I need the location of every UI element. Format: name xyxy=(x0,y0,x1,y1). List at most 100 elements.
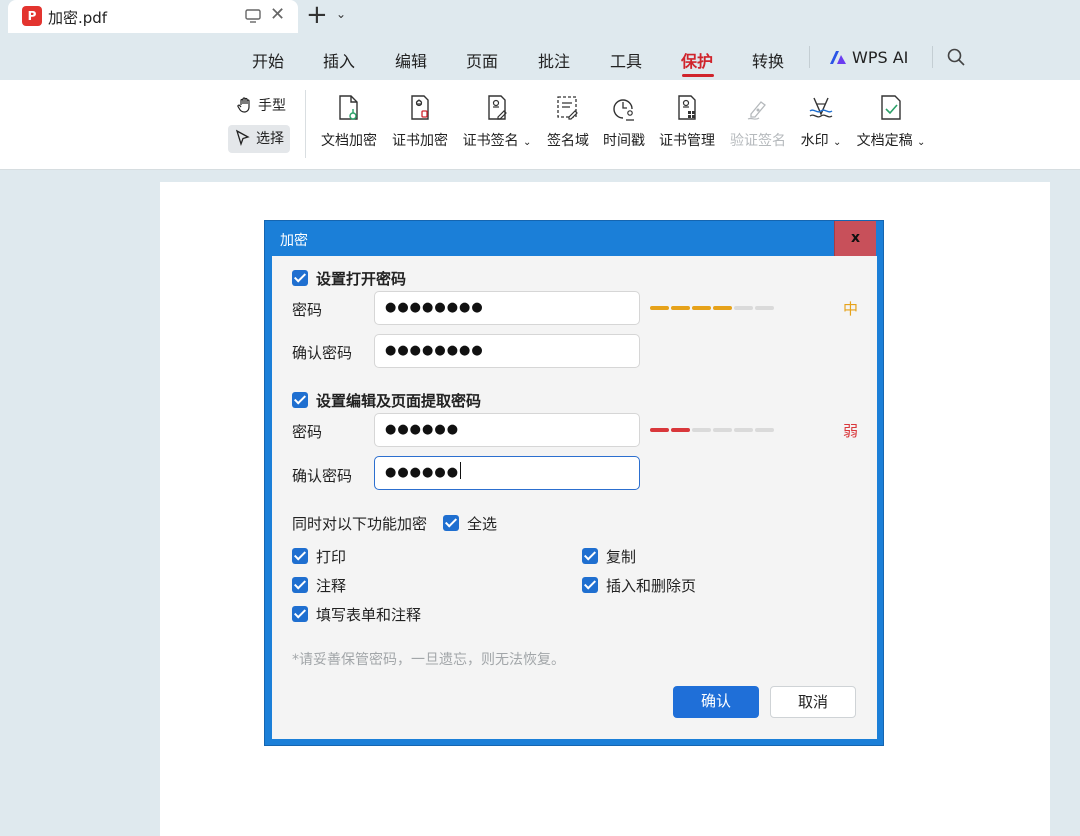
menu-page[interactable]: 页面 xyxy=(466,48,498,72)
cancel-button[interactable]: 取消 xyxy=(770,686,856,718)
document-encrypt-button[interactable]: 文档加密 xyxy=(320,94,378,158)
protect-toolbar: 手型 选择 文档加密 证书加密 证书签名 ⌄ 签名域 时间戳 证书管理 验证签名… xyxy=(0,80,1080,170)
finalize-icon xyxy=(881,95,901,120)
verify-sign-icon xyxy=(747,101,766,120)
checkbox-checked-icon[interactable] xyxy=(292,270,308,286)
open-password-strength-meter xyxy=(650,306,776,310)
checkbox-checked-icon[interactable] xyxy=(292,548,308,564)
tool-label: 证书加密 xyxy=(392,133,448,149)
watermark-button[interactable]: 水印 ⌄ xyxy=(800,94,842,158)
signature-field-button[interactable]: 签名域 xyxy=(545,94,591,158)
insert-delete-pages-checkbox[interactable]: 插入和删除页 xyxy=(582,575,696,596)
strength-segment xyxy=(692,306,711,310)
toolbar-divider xyxy=(305,90,306,158)
strength-segment xyxy=(734,428,753,432)
chevron-down-icon[interactable]: ⌄ xyxy=(336,7,346,21)
tool-label: 证书管理 xyxy=(659,133,715,149)
certificate-encrypt-button[interactable]: 证书加密 xyxy=(391,94,449,158)
dialog-close-button[interactable]: x xyxy=(834,221,876,256)
search-icon[interactable] xyxy=(946,47,966,67)
open-password-heading: 设置打开密码 xyxy=(316,270,407,288)
fill-forms-checkbox[interactable]: 填写表单和注释 xyxy=(292,604,421,625)
document-tab[interactable]: P 加密.pdf ✕ xyxy=(8,0,298,33)
print-checkbox[interactable]: 打印 xyxy=(292,546,346,567)
wps-ai-button[interactable]: WPS AI xyxy=(829,48,908,67)
watermark-icon xyxy=(809,97,833,118)
confirm-button[interactable]: 确认 xyxy=(673,686,759,718)
verify-signature-button[interactable]: 验证签名 xyxy=(729,94,787,158)
tool-label: 文档加密 xyxy=(321,133,377,149)
edit-password-strength-label: 弱 xyxy=(843,422,859,440)
checkbox-checked-icon[interactable] xyxy=(292,606,308,622)
certificate-manage-button[interactable]: 证书管理 xyxy=(658,94,716,158)
insert-delete-pages-label: 插入和删除页 xyxy=(606,577,697,595)
edit-password-input[interactable]: ●●●●●● xyxy=(374,413,640,447)
hand-icon xyxy=(237,97,250,113)
open-confirm-password-input[interactable]: ●●●●●●●● xyxy=(374,334,640,368)
password-warning-hint: *请妥善保管密码，一旦遗忘，则无法恢复。 xyxy=(292,652,565,668)
wps-ai-logo-icon xyxy=(830,51,846,64)
timestamp-icon xyxy=(613,99,634,121)
strength-segment xyxy=(650,428,669,432)
dialog-body: 设置打开密码 密码 ●●●●●●●● 中 确认密码 ●●●●●●●● 设置编辑及… xyxy=(272,256,877,739)
ribbon-menu: 开始 插入 编辑 页面 批注 工具 保护 转换 WPS AI xyxy=(0,34,1080,80)
menu-annotate[interactable]: 批注 xyxy=(538,48,570,72)
hand-tool-button[interactable]: 手型 xyxy=(230,92,292,120)
checkbox-checked-icon[interactable] xyxy=(582,577,598,593)
menu-convert[interactable]: 转换 xyxy=(752,48,784,72)
open-password-toggle[interactable]: 设置打开密码 xyxy=(292,268,406,289)
monitor-icon[interactable] xyxy=(244,7,262,25)
menu-tools[interactable]: 工具 xyxy=(610,48,642,72)
chevron-down-icon: ⌄ xyxy=(523,137,532,148)
copy-checkbox[interactable]: 复制 xyxy=(582,546,636,567)
annotate-checkbox[interactable]: 注释 xyxy=(292,575,346,596)
dialog-title: 加密 xyxy=(280,233,308,249)
cert-sign-icon xyxy=(488,95,507,120)
functions-label: 同时对以下功能加密 xyxy=(292,515,428,533)
edit-password-strength-meter xyxy=(650,428,776,432)
finalize-document-button[interactable]: 文档定稿 ⌄ xyxy=(856,94,926,158)
select-tool-button[interactable]: 选择 xyxy=(228,125,290,153)
checkbox-checked-icon[interactable] xyxy=(292,577,308,593)
title-bar: P 加密.pdf ✕ + ⌄ xyxy=(0,0,1080,34)
tool-label: 验证签名 xyxy=(730,133,786,149)
checkbox-checked-icon[interactable] xyxy=(443,515,459,531)
certificate-sign-button[interactable]: 证书签名 ⌄ xyxy=(462,94,532,158)
new-tab-button[interactable]: + xyxy=(306,1,328,29)
cert-lock-icon xyxy=(411,95,429,120)
strength-segment xyxy=(755,428,774,432)
checkbox-checked-icon[interactable] xyxy=(582,548,598,564)
menu-edit[interactable]: 编辑 xyxy=(395,48,427,72)
print-label: 打印 xyxy=(316,548,347,566)
menu-start[interactable]: 开始 xyxy=(252,48,284,72)
tool-label: 文档定稿 ⌄ xyxy=(856,133,926,149)
close-tab-icon[interactable]: ✕ xyxy=(270,5,285,25)
strength-segment xyxy=(650,306,669,310)
text-cursor xyxy=(460,462,462,479)
cursor-icon xyxy=(235,129,250,147)
strength-segment xyxy=(734,306,753,310)
confirm-password-label: 确认密码 xyxy=(292,467,353,485)
strength-segment xyxy=(671,306,690,310)
edit-confirm-password-input[interactable]: ●●●●●● xyxy=(374,456,640,490)
strength-segment xyxy=(755,306,774,310)
menu-insert[interactable]: 插入 xyxy=(323,48,355,72)
strength-segment xyxy=(713,306,732,310)
timestamp-button[interactable]: 时间戳 xyxy=(601,94,647,158)
active-tab-indicator xyxy=(682,74,714,77)
select-all-checkbox[interactable]: 全选 xyxy=(443,513,497,534)
menu-protect[interactable]: 保护 xyxy=(681,48,713,72)
edit-password-toggle[interactable]: 设置编辑及页面提取密码 xyxy=(292,390,481,411)
confirm-password-label: 确认密码 xyxy=(292,344,353,362)
menu-divider xyxy=(809,46,810,68)
tool-label: 签名域 xyxy=(547,133,589,149)
checkbox-checked-icon[interactable] xyxy=(292,392,308,408)
select-tool-label: 选择 xyxy=(256,131,284,147)
fill-forms-label: 填写表单和注释 xyxy=(316,606,422,624)
select-all-label: 全选 xyxy=(467,515,498,533)
sign-field-icon xyxy=(557,96,578,120)
edit-password-heading: 设置编辑及页面提取密码 xyxy=(316,392,482,410)
wps-ai-label: WPS AI xyxy=(852,48,909,67)
open-password-input[interactable]: ●●●●●●●● xyxy=(374,291,640,325)
annotate-label: 注释 xyxy=(316,577,347,595)
